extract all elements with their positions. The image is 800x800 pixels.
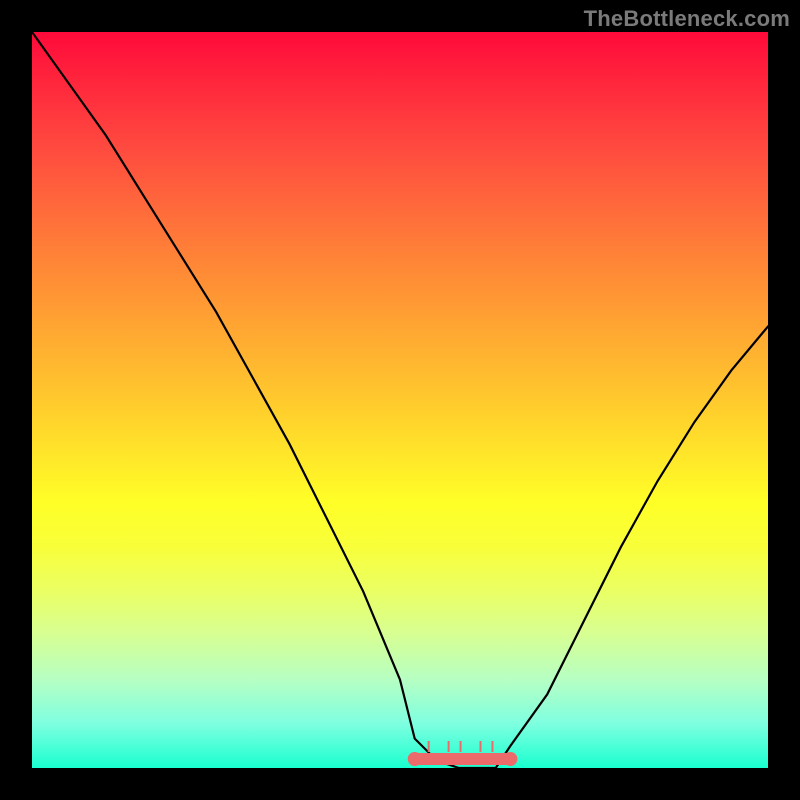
valley-hashmarks	[429, 741, 493, 752]
valley-end-dot	[503, 752, 517, 766]
plot-area	[32, 32, 768, 768]
watermark-text: TheBottleneck.com	[584, 6, 790, 32]
outer-frame: TheBottleneck.com	[0, 0, 800, 800]
chart-svg	[32, 32, 768, 768]
bottleneck-curve	[32, 32, 768, 768]
valley-start-dot	[408, 752, 422, 766]
